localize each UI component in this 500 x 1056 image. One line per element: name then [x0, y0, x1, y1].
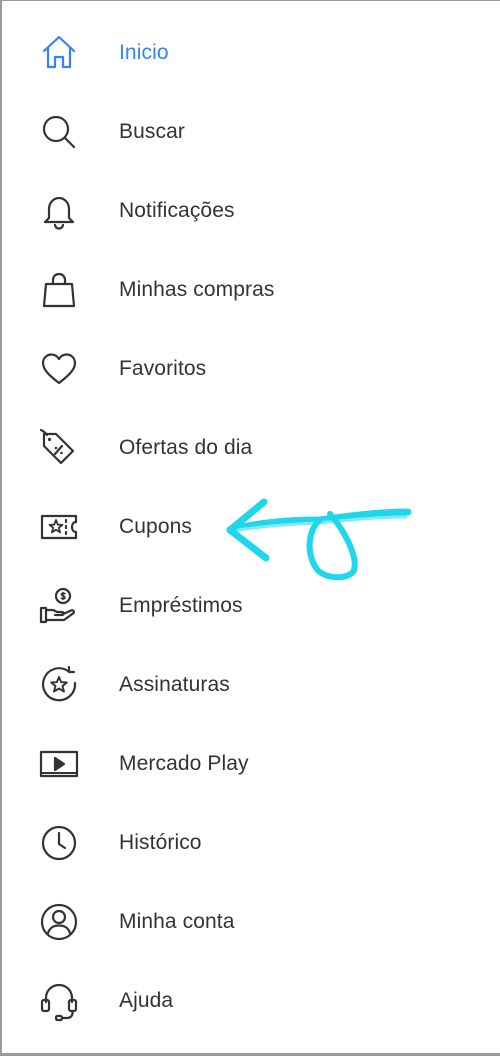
menu-item-ajuda[interactable]: Ajuda [0, 961, 500, 1040]
play-screen-icon [38, 743, 80, 785]
menu-item-label: Empréstimos [119, 593, 243, 617]
menu-item-minha-conta[interactable]: Minha conta [0, 882, 500, 961]
menu-item-minhas-compras[interactable]: Minhas compras [0, 250, 500, 329]
menu-item-notificacoes[interactable]: Notificações [0, 171, 500, 250]
menu-item-ofertas-do-dia[interactable]: Ofertas do dia [0, 408, 500, 487]
discount-tag-icon [38, 427, 80, 469]
search-icon [38, 111, 80, 153]
menu-item-assinaturas[interactable]: Assinaturas [0, 645, 500, 724]
menu-item-label: Mercado Play [119, 751, 249, 775]
menu-item-label: Minhas compras [119, 277, 275, 301]
bell-icon [38, 190, 80, 232]
shopping-bag-icon [38, 269, 80, 311]
subscription-star-icon [38, 664, 80, 706]
coupon-ticket-icon [38, 506, 80, 548]
home-icon [38, 32, 80, 74]
menu-item-mercado-play[interactable]: Mercado Play [0, 724, 500, 803]
menu-item-favoritos[interactable]: Favoritos [0, 329, 500, 408]
menu-item-label: Favoritos [119, 356, 207, 380]
heart-icon [38, 348, 80, 390]
menu-item-cupons[interactable]: Cupons [0, 487, 500, 566]
clock-icon [38, 822, 80, 864]
menu-item-label: Assinaturas [119, 672, 230, 696]
top-border [0, 0, 500, 1]
menu-item-emprestimos[interactable]: Empréstimos [0, 566, 500, 645]
menu-item-label: Buscar [119, 119, 185, 143]
user-account-icon [38, 901, 80, 943]
menu-item-buscar[interactable]: Buscar [0, 92, 500, 171]
menu-item-label: Cupons [119, 514, 192, 538]
menu-item-inicio[interactable]: Inicio [0, 13, 500, 92]
menu-item-label: Ajuda [119, 988, 174, 1012]
loan-hand-coin-icon [38, 585, 80, 627]
menu-item-label: Notificações [119, 198, 235, 222]
menu-item-label: Minha conta [119, 909, 235, 933]
menu-item-label: Histórico [119, 830, 202, 854]
headset-icon [38, 980, 80, 1022]
menu-item-label: Inicio [119, 40, 169, 64]
menu-item-historico[interactable]: Histórico [0, 803, 500, 882]
side-menu: Inicio Buscar Notificações Minhas compra… [0, 13, 500, 1040]
menu-item-label: Ofertas do dia [119, 435, 253, 459]
